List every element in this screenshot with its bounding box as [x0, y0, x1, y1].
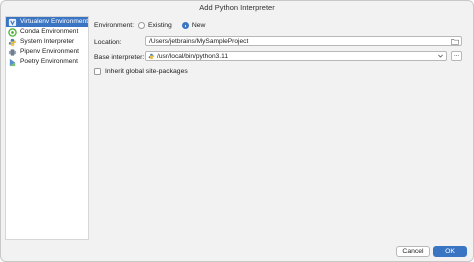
- python-icon: [148, 53, 155, 60]
- sidebar-item-poetry[interactable]: Poetry Environment: [6, 57, 88, 67]
- add-interpreter-dialog: Add Python Interpreter Virtualenv Enviro…: [0, 0, 474, 262]
- inherit-label[interactable]: Inherit global site-packages: [105, 68, 188, 75]
- sidebar-item-virtualenv[interactable]: Virtualenv Environment: [6, 17, 88, 27]
- location-input[interactable]: [149, 37, 444, 45]
- location-field[interactable]: [145, 36, 462, 46]
- base-interpreter-row: Base interpreter:: [94, 54, 144, 61]
- environment-label: Environment:: [94, 22, 135, 29]
- base-interpreter-label: Base interpreter:: [94, 54, 145, 61]
- pipenv-icon: [8, 48, 17, 57]
- radio-existing[interactable]: [138, 22, 145, 29]
- virtualenv-icon: [8, 18, 17, 27]
- folder-icon[interactable]: [450, 37, 460, 45]
- inherit-row: Inherit global site-packages: [94, 68, 188, 75]
- cancel-button[interactable]: Cancel: [396, 246, 430, 257]
- radio-new-label[interactable]: New: [192, 22, 206, 29]
- sidebar-item-label: Conda Environment: [20, 28, 79, 35]
- sidebar-item-label: Poetry Environment: [20, 58, 78, 65]
- poetry-icon: [8, 58, 17, 67]
- chevron-down-icon[interactable]: [435, 52, 445, 60]
- conda-icon: [8, 27, 17, 37]
- browse-button[interactable]: ...: [451, 51, 462, 61]
- sidebar-item-label: Virtualenv Environment: [20, 18, 89, 25]
- location-label: Location:: [94, 39, 122, 46]
- sidebar-item-label: Pipenv Environment: [20, 48, 80, 55]
- sidebar-item-conda[interactable]: Conda Environment: [6, 27, 88, 37]
- dialog-title: Add Python Interpreter: [199, 3, 275, 12]
- radio-new[interactable]: [181, 22, 189, 29]
- base-interpreter-select[interactable]: [145, 51, 447, 61]
- environment-type-list: Virtualenv Environment Conda Environment…: [5, 16, 89, 240]
- environment-form: Environment: Existing New Location: Base…: [94, 17, 470, 241]
- location-row: Location:: [94, 39, 122, 46]
- sidebar-item-system[interactable]: System Interpreter: [6, 37, 88, 47]
- sidebar-item-label: System Interpreter: [20, 38, 75, 45]
- radio-existing-label[interactable]: Existing: [148, 22, 172, 29]
- ok-button[interactable]: OK: [433, 246, 467, 257]
- inherit-checkbox[interactable]: [94, 68, 101, 75]
- sidebar-item-pipenv[interactable]: Pipenv Environment: [6, 47, 88, 57]
- base-interpreter-value[interactable]: [157, 52, 427, 60]
- environment-row: Environment: Existing New: [94, 22, 215, 29]
- python-icon: [8, 38, 17, 47]
